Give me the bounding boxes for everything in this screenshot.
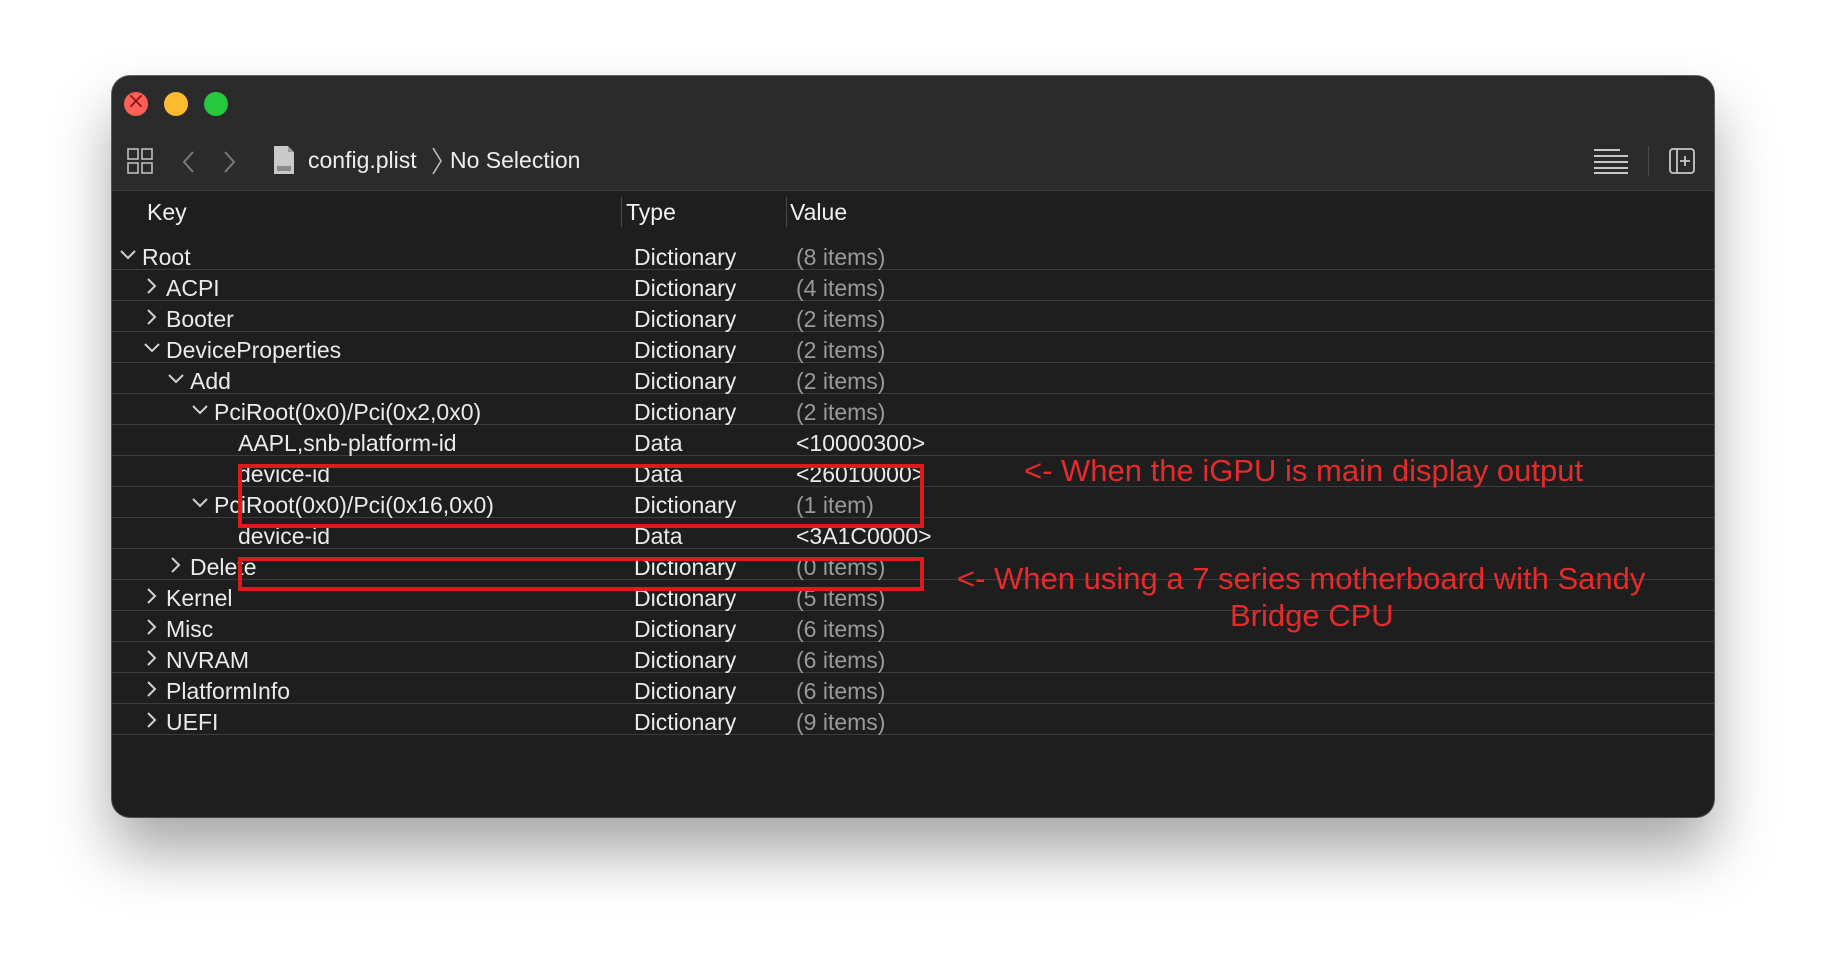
- chevron-right-icon[interactable]: [142, 617, 162, 637]
- row-value[interactable]: (2 items): [796, 337, 885, 364]
- breadcrumb-file[interactable]: config.plist: [308, 147, 417, 174]
- toolbar: config.plist No Selection: [112, 132, 1714, 191]
- row-key[interactable]: Misc: [166, 616, 213, 643]
- chevron-right-icon[interactable]: [142, 276, 162, 296]
- chevron-down-icon[interactable]: [190, 493, 210, 513]
- row-type[interactable]: Dictionary: [634, 678, 736, 705]
- zoom-window-button[interactable]: [204, 92, 228, 116]
- grid-view-icon[interactable]: [126, 147, 154, 175]
- outline-row[interactable]: Misc Dictionary (6 items): [112, 611, 1714, 642]
- outline-row[interactable]: PciRoot(0x0)/Pci(0x2,0x0) Dictionary (2 it…: [112, 394, 1714, 425]
- row-type[interactable]: Dictionary: [634, 647, 736, 674]
- row-value[interactable]: <10000300>: [796, 430, 925, 457]
- row-type[interactable]: Dictionary: [634, 368, 736, 395]
- row-value[interactable]: (6 items): [796, 647, 885, 674]
- annotation-igpu: <- When the iGPU is main display output: [1024, 453, 1584, 488]
- close-window-button[interactable]: [124, 89, 148, 116]
- column-key-header[interactable]: Key: [147, 199, 187, 226]
- outline-row[interactable]: UEFI Dictionary (9 items): [112, 704, 1714, 735]
- row-type[interactable]: Data: [634, 430, 683, 457]
- outline-row[interactable]: Add Dictionary (2 items): [112, 363, 1714, 394]
- row-type[interactable]: Dictionary: [634, 399, 736, 426]
- column-value-header[interactable]: Value: [790, 199, 847, 226]
- highlight-box-igpu: [238, 464, 924, 528]
- row-value[interactable]: (8 items): [796, 244, 885, 271]
- list-lines-icon[interactable]: [1592, 147, 1630, 175]
- row-type[interactable]: Dictionary: [634, 275, 736, 302]
- row-type[interactable]: Dictionary: [634, 306, 736, 333]
- breadcrumb-separator-icon: [432, 147, 442, 175]
- outline-row[interactable]: NVRAM Dictionary (6 items): [112, 642, 1714, 673]
- annotation-series7-line2: Bridge CPU: [1230, 598, 1394, 633]
- row-type[interactable]: Dictionary: [634, 616, 736, 643]
- row-key[interactable]: Add: [190, 368, 231, 395]
- chevron-right-icon[interactable]: [142, 679, 162, 699]
- minimize-window-button[interactable]: [164, 92, 188, 116]
- row-key[interactable]: Booter: [166, 306, 234, 333]
- title-bar: [112, 76, 1714, 132]
- row-key[interactable]: Kernel: [166, 585, 232, 612]
- chevron-down-icon[interactable]: [190, 400, 210, 420]
- chevron-right-icon[interactable]: [142, 648, 162, 668]
- toolbar-divider: [1648, 146, 1649, 176]
- row-key[interactable]: NVRAM: [166, 647, 249, 674]
- row-key[interactable]: AAPL,snb-platform-id: [238, 430, 457, 457]
- row-value[interactable]: (4 items): [796, 275, 885, 302]
- row-key[interactable]: DeviceProperties: [166, 337, 341, 364]
- row-value[interactable]: (2 items): [796, 399, 885, 426]
- outline-row[interactable]: Root Dictionary (8 items): [112, 239, 1714, 270]
- row-key[interactable]: PlatformInfo: [166, 678, 290, 705]
- column-type-header[interactable]: Type: [626, 199, 676, 226]
- chevron-down-icon[interactable]: [142, 338, 162, 358]
- chevron-down-icon[interactable]: [166, 369, 186, 389]
- row-key[interactable]: Root: [142, 244, 191, 271]
- chevron-down-icon[interactable]: [118, 245, 138, 265]
- row-value[interactable]: (6 items): [796, 616, 885, 643]
- row-value[interactable]: (2 items): [796, 306, 885, 333]
- plist-file-icon: [274, 146, 294, 174]
- highlight-box-series7: [238, 557, 924, 591]
- row-type[interactable]: Dictionary: [634, 337, 736, 364]
- row-value[interactable]: (9 items): [796, 709, 885, 736]
- outline-row[interactable]: Booter Dictionary (2 items): [112, 301, 1714, 332]
- chevron-right-icon[interactable]: [142, 307, 162, 327]
- column-divider[interactable]: [621, 197, 622, 227]
- column-divider[interactable]: [786, 197, 787, 227]
- row-type[interactable]: Dictionary: [634, 244, 736, 271]
- plist-editor-window: config.plist No Selection Key Type Value…: [112, 76, 1714, 817]
- add-panel-icon[interactable]: [1668, 147, 1696, 175]
- outline-row[interactable]: DeviceProperties Dictionary (2 items): [112, 332, 1714, 363]
- back-arrow-icon[interactable]: [180, 149, 198, 175]
- forward-arrow-icon[interactable]: [220, 149, 238, 175]
- chevron-right-icon[interactable]: [142, 710, 162, 730]
- row-type[interactable]: Dictionary: [634, 709, 736, 736]
- outline-row[interactable]: PlatformInfo Dictionary (6 items): [112, 673, 1714, 704]
- chevron-right-icon[interactable]: [166, 555, 186, 575]
- row-key[interactable]: ACPI: [166, 275, 220, 302]
- row-value[interactable]: (6 items): [796, 678, 885, 705]
- row-value[interactable]: (2 items): [796, 368, 885, 395]
- outline-row[interactable]: AAPL,snb-platform-id Data <10000300>: [112, 425, 1714, 456]
- row-key[interactable]: PciRoot(0x0)/Pci(0x2,0x0): [214, 399, 481, 426]
- row-key[interactable]: UEFI: [166, 709, 218, 736]
- breadcrumb-selection[interactable]: No Selection: [450, 147, 580, 174]
- chevron-right-icon[interactable]: [142, 586, 162, 606]
- column-header: Key Type Value: [112, 191, 1714, 233]
- annotation-series7-line1: <- When using a 7 series motherboard wit…: [957, 561, 1646, 596]
- outline-row[interactable]: ACPI Dictionary (4 items): [112, 270, 1714, 301]
